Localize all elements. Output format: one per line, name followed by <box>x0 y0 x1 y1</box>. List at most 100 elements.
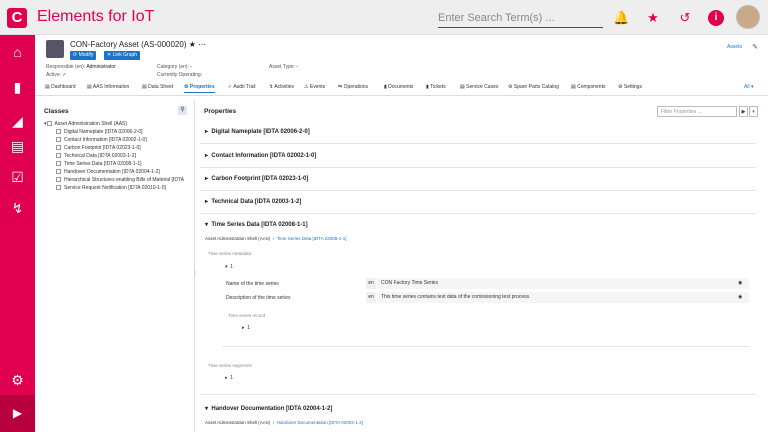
divider <box>222 346 750 347</box>
breadcrumb-link[interactable]: Time Series Data [IDTA 02008-1-1] <box>277 236 347 241</box>
section-technical-data[interactable]: ▸ Technical Data [IDTA 02003-1-2] <box>205 198 301 205</box>
properties-panel: Properties Filter Properties ... ▶ ▾ ▸ D… <box>200 100 768 432</box>
tree-item-label: Time Series Data [IDTA 02008-1-1] <box>64 161 142 167</box>
checkbox[interactable] <box>56 137 61 143</box>
search-input[interactable]: Enter Search Term(s) ... <box>438 8 603 28</box>
category-field: Category (en): - <box>157 64 192 70</box>
tab-dashboard[interactable]: ▤ Dashboard <box>45 84 76 90</box>
hierarchy-icon[interactable]: ◢ <box>0 109 35 134</box>
breadcrumb: Asset Administration Shell (AAS) › Hando… <box>205 420 363 425</box>
tab-properties[interactable]: ⚙ Properties <box>184 84 215 93</box>
tree-item[interactable]: Contact Information [IDTA 02002-1-0] <box>56 137 147 143</box>
checkbox[interactable] <box>56 153 61 159</box>
tab-data-sheet[interactable]: ▤ Data Sheet <box>142 84 173 90</box>
tree-root[interactable]: ▾ Asset Administration Shell (AAS) <box>44 121 127 127</box>
star-icon[interactable]: ★ <box>189 40 196 49</box>
asset-type-label: Asset Type: <box>269 64 296 70</box>
filter-properties-input[interactable]: Filter Properties ... <box>657 106 737 117</box>
modify-button[interactable]: ⟳ Modify <box>70 51 97 60</box>
asset-header: CON-Factory Asset (AS-000020) ★ ⋯ ⟳ Modi… <box>35 35 768 80</box>
link-graph-button[interactable]: ✕ Link Graph <box>104 51 141 60</box>
tab-audit-trail[interactable]: ✓ Audit Trail <box>228 84 256 90</box>
tree-item[interactable]: Carbon Footprint [IDTA 02023-1-0] <box>56 145 141 151</box>
next-button[interactable]: ▶ <box>739 106 748 117</box>
ts-record-index: 1 <box>247 325 251 331</box>
section-digital-nameplate[interactable]: ▸ Digital Nameplate [IDTA 02006-2-0] <box>205 128 310 135</box>
document-icon[interactable]: ▮ <box>0 75 35 100</box>
top-bar: C Elements for IoT Enter Search Term(s) … <box>0 0 768 35</box>
tree-item[interactable]: Service Request Notification [IDTA 02010… <box>56 185 166 191</box>
checklist-icon[interactable]: ☑ <box>0 165 35 190</box>
tree-item[interactable]: Time Series Data [IDTA 02008-1-1] <box>56 161 142 167</box>
more-icon[interactable]: ⋯ <box>198 40 206 49</box>
section-handover-documentation[interactable]: ▾ Handover Documentation [IDTA 02004-1-2… <box>205 405 332 412</box>
tab-label: Spare Parts Catalog <box>513 84 559 90</box>
home-icon[interactable]: ⌂ <box>0 40 35 65</box>
tab-service-cases[interactable]: ▤ Service Cases <box>460 84 498 90</box>
divider <box>200 167 756 168</box>
checkbox[interactable] <box>56 129 61 135</box>
divider <box>200 190 756 191</box>
tab-documents[interactable]: ▮ Documents <box>384 84 413 90</box>
history-icon[interactable]: ↺ <box>677 10 693 26</box>
link-graph-label: Link Graph <box>112 52 138 58</box>
tab-all-dropdown[interactable]: All ▾ <box>744 84 753 90</box>
section-time-series-data[interactable]: ▾ Time Series Data [IDTA 02008-1-1] <box>205 221 308 228</box>
description-row: Description of the time series en This t… <box>226 292 749 303</box>
section-label: Handover Documentation [IDTA 02004-1-2] <box>211 406 333 412</box>
search-icon[interactable]: ⚲ <box>178 106 187 115</box>
pulse-icon[interactable]: ↯ <box>0 196 35 221</box>
tree-item[interactable]: Hierarchical Structures enabling Bills o… <box>56 177 184 183</box>
tree-item-label: Service Request Notification [IDTA 02010… <box>64 185 166 191</box>
splitter-handle[interactable]: ⋮ <box>192 270 198 277</box>
asset-type-field: Asset Type: - <box>269 64 298 70</box>
checkbox[interactable] <box>56 177 61 183</box>
ts-segments-item[interactable]: ▸ 1 <box>225 375 233 381</box>
chevron-right-icon[interactable]: ▶ <box>0 395 35 432</box>
tree-item[interactable]: Handover Documentation [IDTA 02004-1-2] <box>56 169 160 175</box>
tab-components[interactable]: ▤ Components <box>571 84 605 90</box>
info-icon[interactable]: i <box>708 10 724 26</box>
asset-thumbnail <box>46 40 64 58</box>
globe-icon[interactable]: ◉ <box>738 292 742 303</box>
app-logo[interactable]: C <box>7 8 27 28</box>
checkbox[interactable] <box>56 161 61 167</box>
bell-icon[interactable]: 🔔 <box>613 10 629 26</box>
gear-icon[interactable]: ⚙ <box>0 368 35 393</box>
tab-spare-parts-catalog[interactable]: ⚙ Spare Parts Catalog <box>508 84 559 90</box>
tree-item-label: Hierarchical Structures enabling Bills o… <box>64 177 184 183</box>
tab-tickets[interactable]: ▮ Tickets <box>426 84 446 90</box>
tree-item[interactable]: Digital Nameplate [IDTA 02006-2-0] <box>56 129 143 135</box>
ts-metadata-item[interactable]: ▾ 1 <box>225 264 233 270</box>
ts-segments-index: 1 <box>230 375 234 381</box>
name-value: CON Factory Time Series <box>377 278 749 289</box>
checkbox[interactable] <box>56 169 61 175</box>
edit-icon[interactable]: ✎ <box>752 43 758 51</box>
tab-operations[interactable]: ⇆ Operations <box>338 84 368 90</box>
checkbox[interactable] <box>56 185 61 191</box>
lang-badge: en <box>366 292 376 303</box>
checkbox[interactable] <box>56 145 61 151</box>
tab-settings[interactable]: ⚙ Settings <box>618 84 642 90</box>
ts-record-item[interactable]: ▸ 1 <box>242 325 250 331</box>
app-title: Elements for IoT <box>37 8 155 25</box>
globe-icon[interactable]: ◉ <box>738 278 742 289</box>
asset-type-value: - <box>296 64 299 70</box>
tab-activities[interactable]: ↯ Activities <box>269 84 294 90</box>
card-icon[interactable]: ▤ <box>0 134 35 159</box>
section-carbon-footprint[interactable]: ▸ Carbon Footprint [IDTA 02023-1-0] <box>205 175 308 182</box>
assets-link[interactable]: Assets <box>727 44 742 50</box>
tree-item[interactable]: Technical Data [IDTA 02003-1-2] <box>56 153 136 159</box>
star-icon[interactable]: ★ <box>645 10 661 26</box>
tab-aas-information[interactable]: ▤ AAS Information <box>87 84 129 90</box>
category-value: - <box>190 64 193 70</box>
currently-operating-label: Currently Operating: <box>157 72 203 78</box>
tab-label: Tickets <box>430 84 446 90</box>
checkbox[interactable] <box>46 121 52 127</box>
section-label: Contact Information [IDTA 02002-1-0] <box>211 153 317 159</box>
section-contact-information[interactable]: ▸ Contact Information [IDTA 02002-1-0] <box>205 152 316 159</box>
chevron-down-icon[interactable]: ▾ <box>749 106 758 117</box>
breadcrumb-link[interactable]: Handover Documentation [IDTA 02004-1-2] <box>277 420 363 425</box>
tab-events[interactable]: ⚠ Events <box>304 84 325 90</box>
avatar[interactable] <box>736 5 760 29</box>
